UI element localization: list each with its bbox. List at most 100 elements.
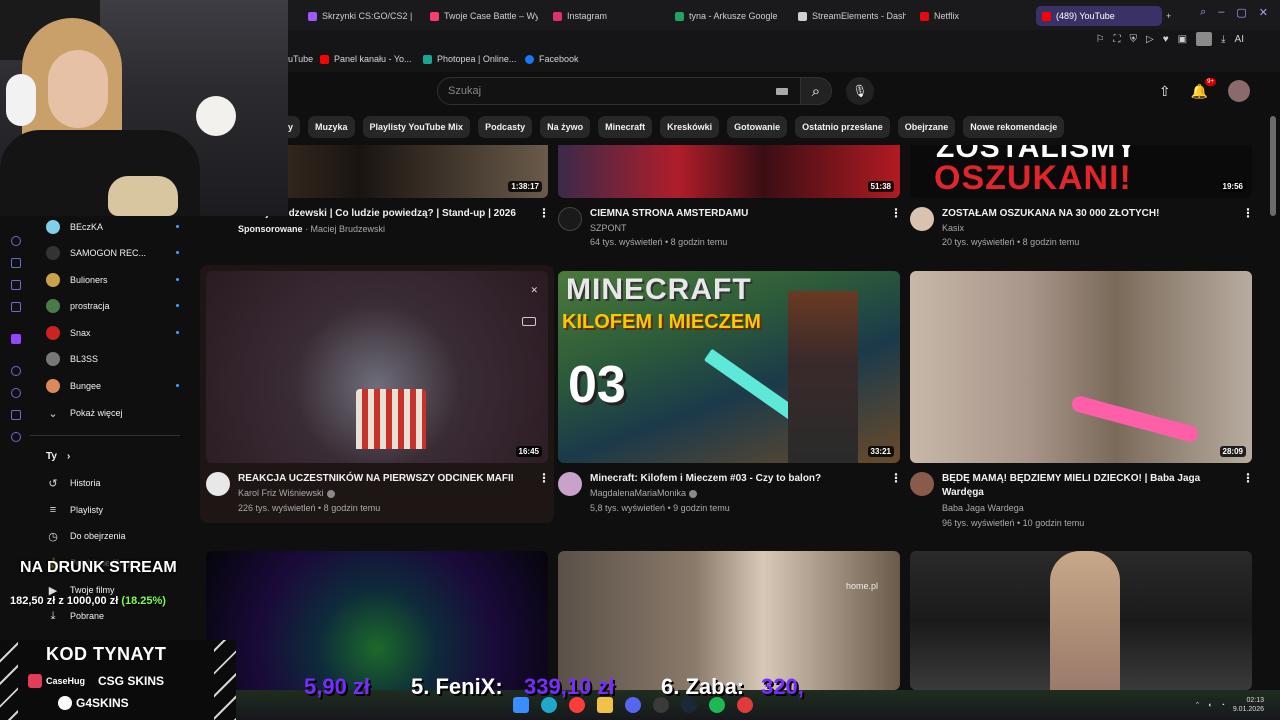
chip-podcasty[interactable]: Podcasty	[478, 116, 533, 138]
video-card[interactable]: MINECRAFT KILOFEM I MIECZEM 03 33:21 Min…	[558, 271, 902, 521]
network-icon[interactable]: ◐	[1208, 702, 1212, 709]
chip-playlisty-mix[interactable]: Playlisty YouTube Mix	[362, 116, 471, 138]
search-input[interactable]	[438, 78, 738, 104]
sidebar-sub-beczka[interactable]: BEczKA	[46, 216, 179, 238]
video-title[interactable]: ZOSTAŁAM OSZUKANA NA 30 000 ZŁOTYCH!	[942, 207, 1232, 221]
sidebar-item-do-obejrzenia[interactable]: ◷ Do obejrzenia	[46, 525, 125, 547]
video-card[interactable]: ZOSTALIŚMY OSZUKANI! 19:56 ZOSTAŁAM OSZU…	[910, 145, 1254, 255]
search-tabs-icon[interactable]: ⌕	[1200, 6, 1206, 19]
tab-netflix[interactable]: Netflix	[920, 6, 1010, 26]
chip-muzyka[interactable]: Muzyka	[308, 116, 355, 138]
channel-name[interactable]: Maciej Brudzewski	[311, 224, 386, 234]
bookmark-icon[interactable]: ⚐	[1096, 34, 1105, 45]
sidebar-sub-bl3ss[interactable]: BL3SS	[46, 348, 98, 370]
sidebar-item-playlisty[interactable]: ≡ Playlisty	[46, 499, 103, 521]
video-card[interactable]: 28:09 BĘDĘ MAMĄ! BĘDZIEMY MIELI DZIECKO!…	[910, 271, 1254, 531]
shield-icon[interactable]: ⛨	[1130, 34, 1138, 45]
chip-obejrzane[interactable]: Obejrzane	[897, 116, 956, 138]
tab-instagram[interactable]: Instagram	[553, 6, 643, 26]
video-title[interactable]: Minecraft: Kilofem i Mieczem #03 - Czy t…	[590, 472, 880, 486]
search-button[interactable]: ⌕	[800, 77, 832, 105]
bookmark-panel-kanalu[interactable]: Panel kanału - Yo...	[320, 54, 412, 64]
heart-icon[interactable]: ♥	[1163, 34, 1169, 45]
clock-rail-icon[interactable]	[11, 388, 21, 398]
video-thumbnail[interactable]: MINECRAFT KILOFEM I MIECZEM 03 33:21	[558, 271, 900, 463]
volume-icon[interactable]: ◔	[1221, 702, 1225, 709]
scrollbar-thumb[interactable]	[1270, 116, 1276, 216]
wallet-icon[interactable]: ▣	[1178, 34, 1187, 45]
video-title[interactable]: CIEMNA STRONA AMSTERDAMU	[590, 207, 880, 221]
play-rail-icon[interactable]	[11, 366, 21, 376]
history-rail-icon[interactable]	[11, 236, 21, 246]
channel-avatar[interactable]	[910, 472, 934, 496]
more-options-icon[interactable]: ⋮	[538, 471, 550, 485]
video-card[interactable]: 51:38 CIEMNA STRONA AMSTERDAMU SZPONT 64…	[558, 145, 902, 255]
edit-rail-icon[interactable]	[11, 280, 21, 290]
video-thumbnail[interactable]	[910, 551, 1252, 690]
video-thumbnail[interactable]	[206, 551, 548, 690]
keyboard-icon[interactable]	[776, 88, 788, 95]
channel-name[interactable]: MagdalenaMariaMonika	[590, 486, 698, 501]
settings-rail-icon[interactable]	[11, 432, 21, 442]
sidebar-sub-bungee[interactable]: Bungee	[46, 375, 179, 397]
twitch-rail-icon[interactable]	[11, 334, 21, 344]
video-card[interactable]: ✕ 16:45 REAKCJA UCZESTNIKÓW NA PIERWSZY …	[200, 265, 554, 523]
chip-gotowanie[interactable]: Gotowanie	[727, 116, 788, 138]
tab-skrzynki[interactable]: Skrzynki CS:GO/CS2 | G	[308, 6, 412, 26]
close-icon[interactable]: ✕	[1259, 6, 1268, 19]
user-avatar[interactable]	[1228, 80, 1250, 102]
profile-avatar[interactable]	[1196, 32, 1213, 46]
ai-button[interactable]: AI	[1235, 34, 1244, 45]
hover-mute-icon[interactable]: ✕	[530, 285, 538, 296]
video-thumbnail[interactable]: home.pl	[558, 551, 900, 690]
bookmark-photopea[interactable]: Photopea | Online...	[423, 54, 516, 64]
play-icon[interactable]: ▷	[1146, 34, 1154, 45]
taskbar-clock[interactable]: 02:13 9.01.2026	[1233, 696, 1264, 714]
channel-avatar[interactable]	[206, 472, 230, 496]
more-options-icon[interactable]: ⋮	[1242, 471, 1254, 485]
video-thumbnail[interactable]: ZOSTALIŚMY OSZUKANI! 19:56	[910, 145, 1252, 198]
chip-partial[interactable]: y	[288, 116, 301, 138]
tab-streamelements[interactable]: StreamElements - Dashb	[798, 6, 906, 26]
sidebar-you-header[interactable]: Ty ›	[46, 445, 70, 467]
tray-chevron-icon[interactable]: ⌃	[1195, 701, 1201, 709]
channel-avatar[interactable]	[558, 472, 582, 496]
upload-icon[interactable]: ⇧	[1159, 83, 1171, 100]
more-options-icon[interactable]: ⋮	[1242, 206, 1254, 220]
chip-na-zywo[interactable]: Na żywo	[540, 116, 591, 138]
sidebar-sub-snax[interactable]: Snax	[46, 322, 179, 344]
chip-ostatnio-przeslane[interactable]: Ostatnio przesłane	[795, 116, 890, 138]
more-options-icon[interactable]: ⋮	[538, 206, 550, 220]
maximize-icon[interactable]: ▢	[1236, 6, 1246, 19]
tab-google-sheets[interactable]: tyna - Arkusze Google	[675, 6, 783, 26]
chip-minecraft[interactable]: Minecraft	[598, 116, 653, 138]
notifications-button[interactable]: 🔔 9+	[1191, 77, 1216, 100]
tab-case-battle[interactable]: Twoje Case Battle – Wyg	[430, 6, 538, 26]
cube-rail-icon[interactable]	[11, 410, 21, 420]
channel-avatar[interactable]	[910, 207, 934, 231]
video-title[interactable]: REAKCJA UCZESTNIKÓW NA PIERWSZY ODCINEK …	[238, 472, 518, 486]
video-thumbnail[interactable]: 28:09	[910, 271, 1252, 463]
channel-name[interactable]: Kasix	[942, 221, 964, 236]
sidebar-item-historia[interactable]: ↺ Historia	[46, 472, 100, 494]
download-icon[interactable]: ⤓	[1221, 34, 1225, 45]
screenshot-icon[interactable]: ⛶	[1114, 34, 1121, 45]
video-thumbnail[interactable]: 51:38	[558, 145, 900, 198]
chip-kreskowki[interactable]: Kreskówki	[660, 116, 720, 138]
sidebar-show-more[interactable]: ⌄ Pokaż więcej	[46, 402, 122, 424]
bookmark-facebook[interactable]: Facebook	[525, 54, 579, 64]
channel-avatar[interactable]	[558, 207, 582, 231]
m-rail-icon[interactable]	[11, 302, 21, 312]
video-thumbnail[interactable]: ✕ 16:45	[206, 271, 548, 463]
tab-youtube[interactable]: (489) YouTube	[1036, 6, 1162, 26]
video-title[interactable]: BĘDĘ MAMĄ! BĘDZIEMY MIELI DZIECKO! | Bab…	[942, 472, 1232, 500]
captions-icon[interactable]	[522, 317, 536, 326]
sidebar-sub-samogon[interactable]: SAMOGON REC...	[46, 242, 179, 264]
voice-search-button[interactable]: 🎙	[846, 77, 874, 105]
channel-name[interactable]: Baba Jaga Wardega	[942, 501, 1024, 516]
more-options-icon[interactable]: ⋮	[890, 471, 902, 485]
more-options-icon[interactable]: ⋮	[890, 206, 902, 220]
channel-name[interactable]: Karol Friz Wiśniewski	[238, 486, 335, 501]
sidebar-sub-bulioners[interactable]: Bulioners	[46, 269, 179, 291]
channel-name[interactable]: SZPONT	[590, 221, 627, 236]
